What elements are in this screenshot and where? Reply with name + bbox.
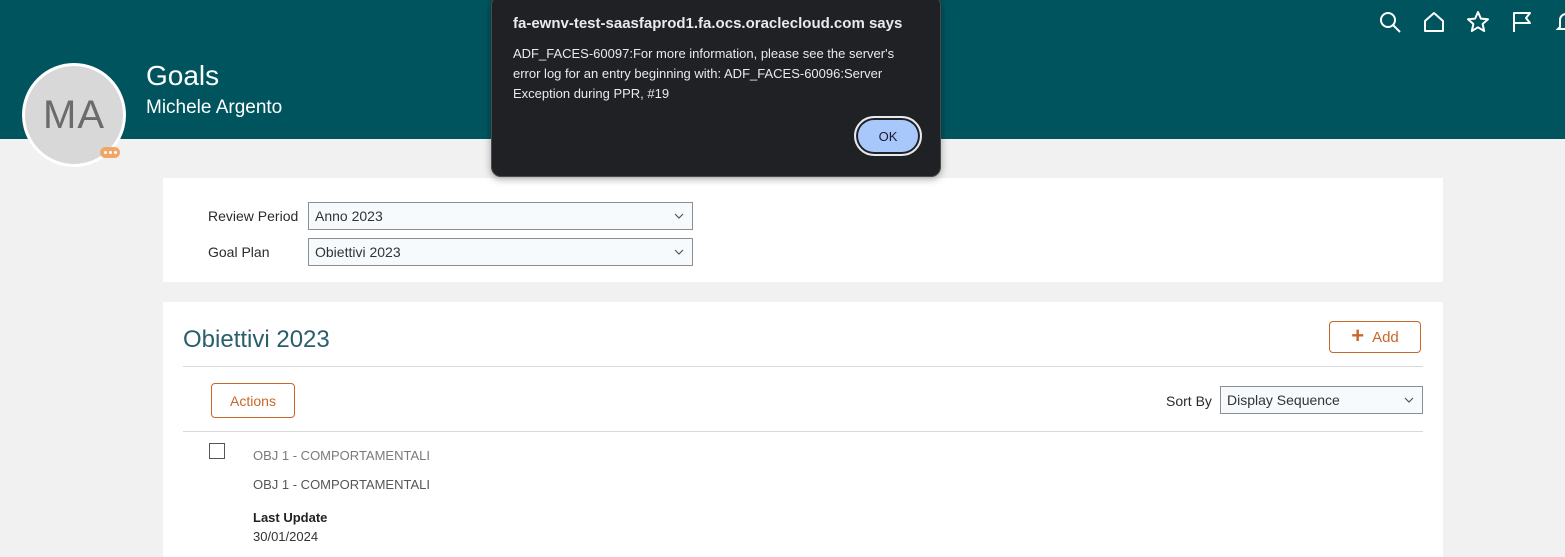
bell-icon[interactable] bbox=[1554, 10, 1565, 34]
presence-badge-icon bbox=[100, 147, 120, 158]
review-period-value: Anno 2023 bbox=[315, 208, 383, 224]
dialog-message: ADF_FACES-60097:For more information, pl… bbox=[513, 46, 895, 101]
goal-plan-row: Goal Plan Obiettivi 2023 bbox=[208, 238, 693, 266]
star-icon[interactable] bbox=[1466, 10, 1490, 34]
goal-description: OBJ 1 - COMPORTAMENTALI bbox=[253, 477, 430, 492]
goal-plan-value: Obiettivi 2023 bbox=[315, 244, 401, 260]
dialog-title: fa-ewnv-test-saasfaprod1.fa.ocs.oraclecl… bbox=[513, 15, 903, 32]
actions-button[interactable]: Actions bbox=[211, 383, 295, 418]
last-update-value: 30/01/2024 bbox=[253, 529, 319, 544]
review-period-select[interactable]: Anno 2023 bbox=[308, 202, 693, 230]
review-period-label: Review Period bbox=[208, 208, 299, 224]
person-name: Michele Argento bbox=[146, 97, 283, 118]
avatar-initials: MA bbox=[43, 92, 105, 137]
home-icon[interactable] bbox=[1422, 10, 1446, 34]
page-title: Goals bbox=[146, 60, 220, 91]
chevron-down-icon bbox=[674, 213, 684, 219]
review-period-row: Review Period Anno 2023 bbox=[208, 202, 693, 230]
sort-by-value: Display Sequence bbox=[1227, 392, 1340, 408]
goal-plan-label: Goal Plan bbox=[208, 244, 270, 260]
ok-button-label: OK bbox=[878, 128, 898, 144]
goal-plan-select[interactable]: Obiettivi 2023 bbox=[308, 238, 693, 266]
global-toolbar bbox=[1378, 10, 1565, 34]
plus-icon: + bbox=[1351, 323, 1365, 348]
flag-icon[interactable] bbox=[1510, 10, 1534, 34]
ok-button[interactable]: OK bbox=[854, 116, 922, 156]
filter-panel: Review Period Anno 2023 Goal Plan Obiett… bbox=[163, 178, 1443, 282]
search-icon[interactable] bbox=[1378, 10, 1402, 34]
goal-checkbox[interactable] bbox=[209, 443, 225, 459]
divider bbox=[183, 366, 1423, 367]
section-title: Obiettivi 2023 bbox=[183, 326, 330, 353]
sort-by-select[interactable]: Display Sequence bbox=[1220, 386, 1423, 414]
chevron-down-icon bbox=[1404, 397, 1414, 403]
sort-by-label: Sort By bbox=[1166, 393, 1212, 409]
alert-dialog: fa-ewnv-test-saasfaprod1.fa.ocs.oraclecl… bbox=[491, 0, 941, 177]
actions-button-label: Actions bbox=[230, 392, 276, 409]
divider bbox=[183, 431, 1423, 432]
goals-panel: Obiettivi 2023 + Add Actions Sort By Dis… bbox=[163, 302, 1443, 557]
add-button-label: Add bbox=[1372, 328, 1399, 346]
last-update-label: Last Update bbox=[253, 510, 328, 525]
add-button[interactable]: + Add bbox=[1329, 321, 1421, 353]
chevron-down-icon bbox=[674, 249, 684, 255]
goal-name-link[interactable]: OBJ 1 - COMPORTAMENTALI bbox=[253, 448, 430, 463]
